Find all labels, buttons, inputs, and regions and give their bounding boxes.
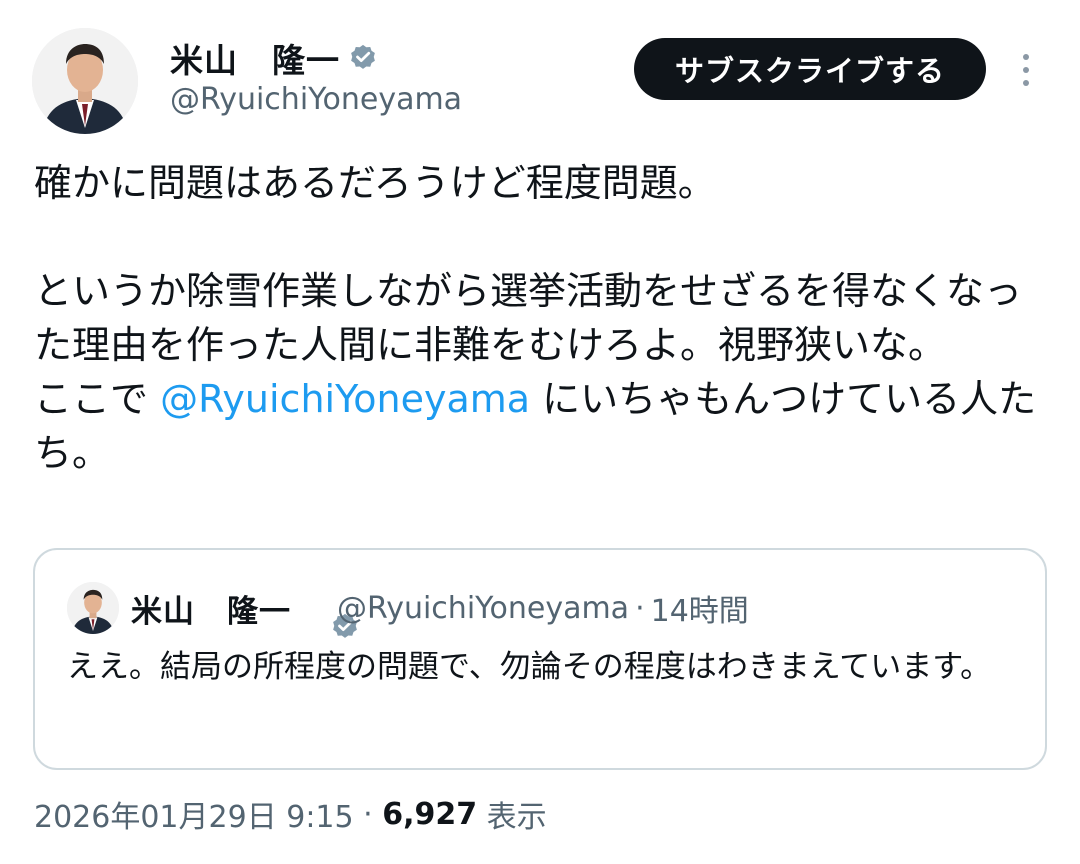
more-dot — [1023, 67, 1029, 73]
tweet-meta: 2026年01月29日 9:15 · 6,927 表示 — [34, 790, 547, 838]
separator-dot: · — [353, 796, 383, 832]
author-display-name[interactable]: 米山 隆一 — [170, 34, 340, 82]
avatar-image — [67, 582, 119, 634]
author-name-row: 米山 隆一 — [170, 36, 378, 80]
quoted-timestamp[interactable]: 14時間 — [651, 586, 749, 630]
mention-link[interactable]: @RyuichiYoneyama — [160, 377, 530, 421]
quoted-author-handle: @RyuichiYoneyama — [337, 590, 630, 626]
views-label: 表示 — [477, 800, 547, 835]
quoted-tweet-card[interactable]: 米山 隆一 @RyuichiYoneyama · 14時間 ええ。結局の所程度の… — [33, 548, 1047, 770]
tweet-timestamp[interactable]: 2026年01月29日 9:15 — [34, 792, 354, 836]
subscribe-button[interactable]: サブスクライブする — [634, 38, 986, 100]
quoted-author-name: 米山 隆一 — [131, 593, 291, 630]
tweet-line: 確かに問題はあるだろうけど程度問題。 — [34, 161, 716, 205]
tweet-text: 確かに問題はあるだろうけど程度問題。 というか除雪作業しながら選挙活動をせざるを… — [34, 156, 1054, 480]
tweet-header: 米山 隆一 @RyuichiYoneyama サブスクライブする — [0, 0, 1080, 140]
more-dot — [1023, 54, 1029, 60]
avatar-image — [32, 28, 138, 134]
verified-badge-icon[interactable] — [348, 43, 378, 73]
more-dot — [1023, 80, 1029, 86]
quoted-author-avatar[interactable] — [67, 582, 119, 634]
separator-dot: · — [635, 590, 645, 626]
author-avatar[interactable] — [32, 28, 138, 134]
tweet-line: というか除雪作業しながら選挙活動をせざるを得なくなった理由を作った人間に非難をむ… — [34, 269, 1023, 367]
quoted-tweet-text: ええ。結局の所程度の問題で、勿論その程度はわきまえています。 — [67, 649, 992, 685]
tweet-text-segment: ここで — [34, 377, 161, 421]
author-handle[interactable]: @RyuichiYoneyama — [170, 82, 462, 117]
more-vertical-icon[interactable] — [1012, 48, 1040, 92]
verified-badge-icon — [299, 593, 357, 638]
quoted-tweet-header: 米山 隆一 @RyuichiYoneyama · 14時間 — [131, 584, 749, 638]
tweet-line: ここで @RyuichiYoneyama にいちゃもんつけている人たち。 — [34, 372, 1054, 480]
views-count[interactable]: 6,927 — [382, 797, 477, 832]
